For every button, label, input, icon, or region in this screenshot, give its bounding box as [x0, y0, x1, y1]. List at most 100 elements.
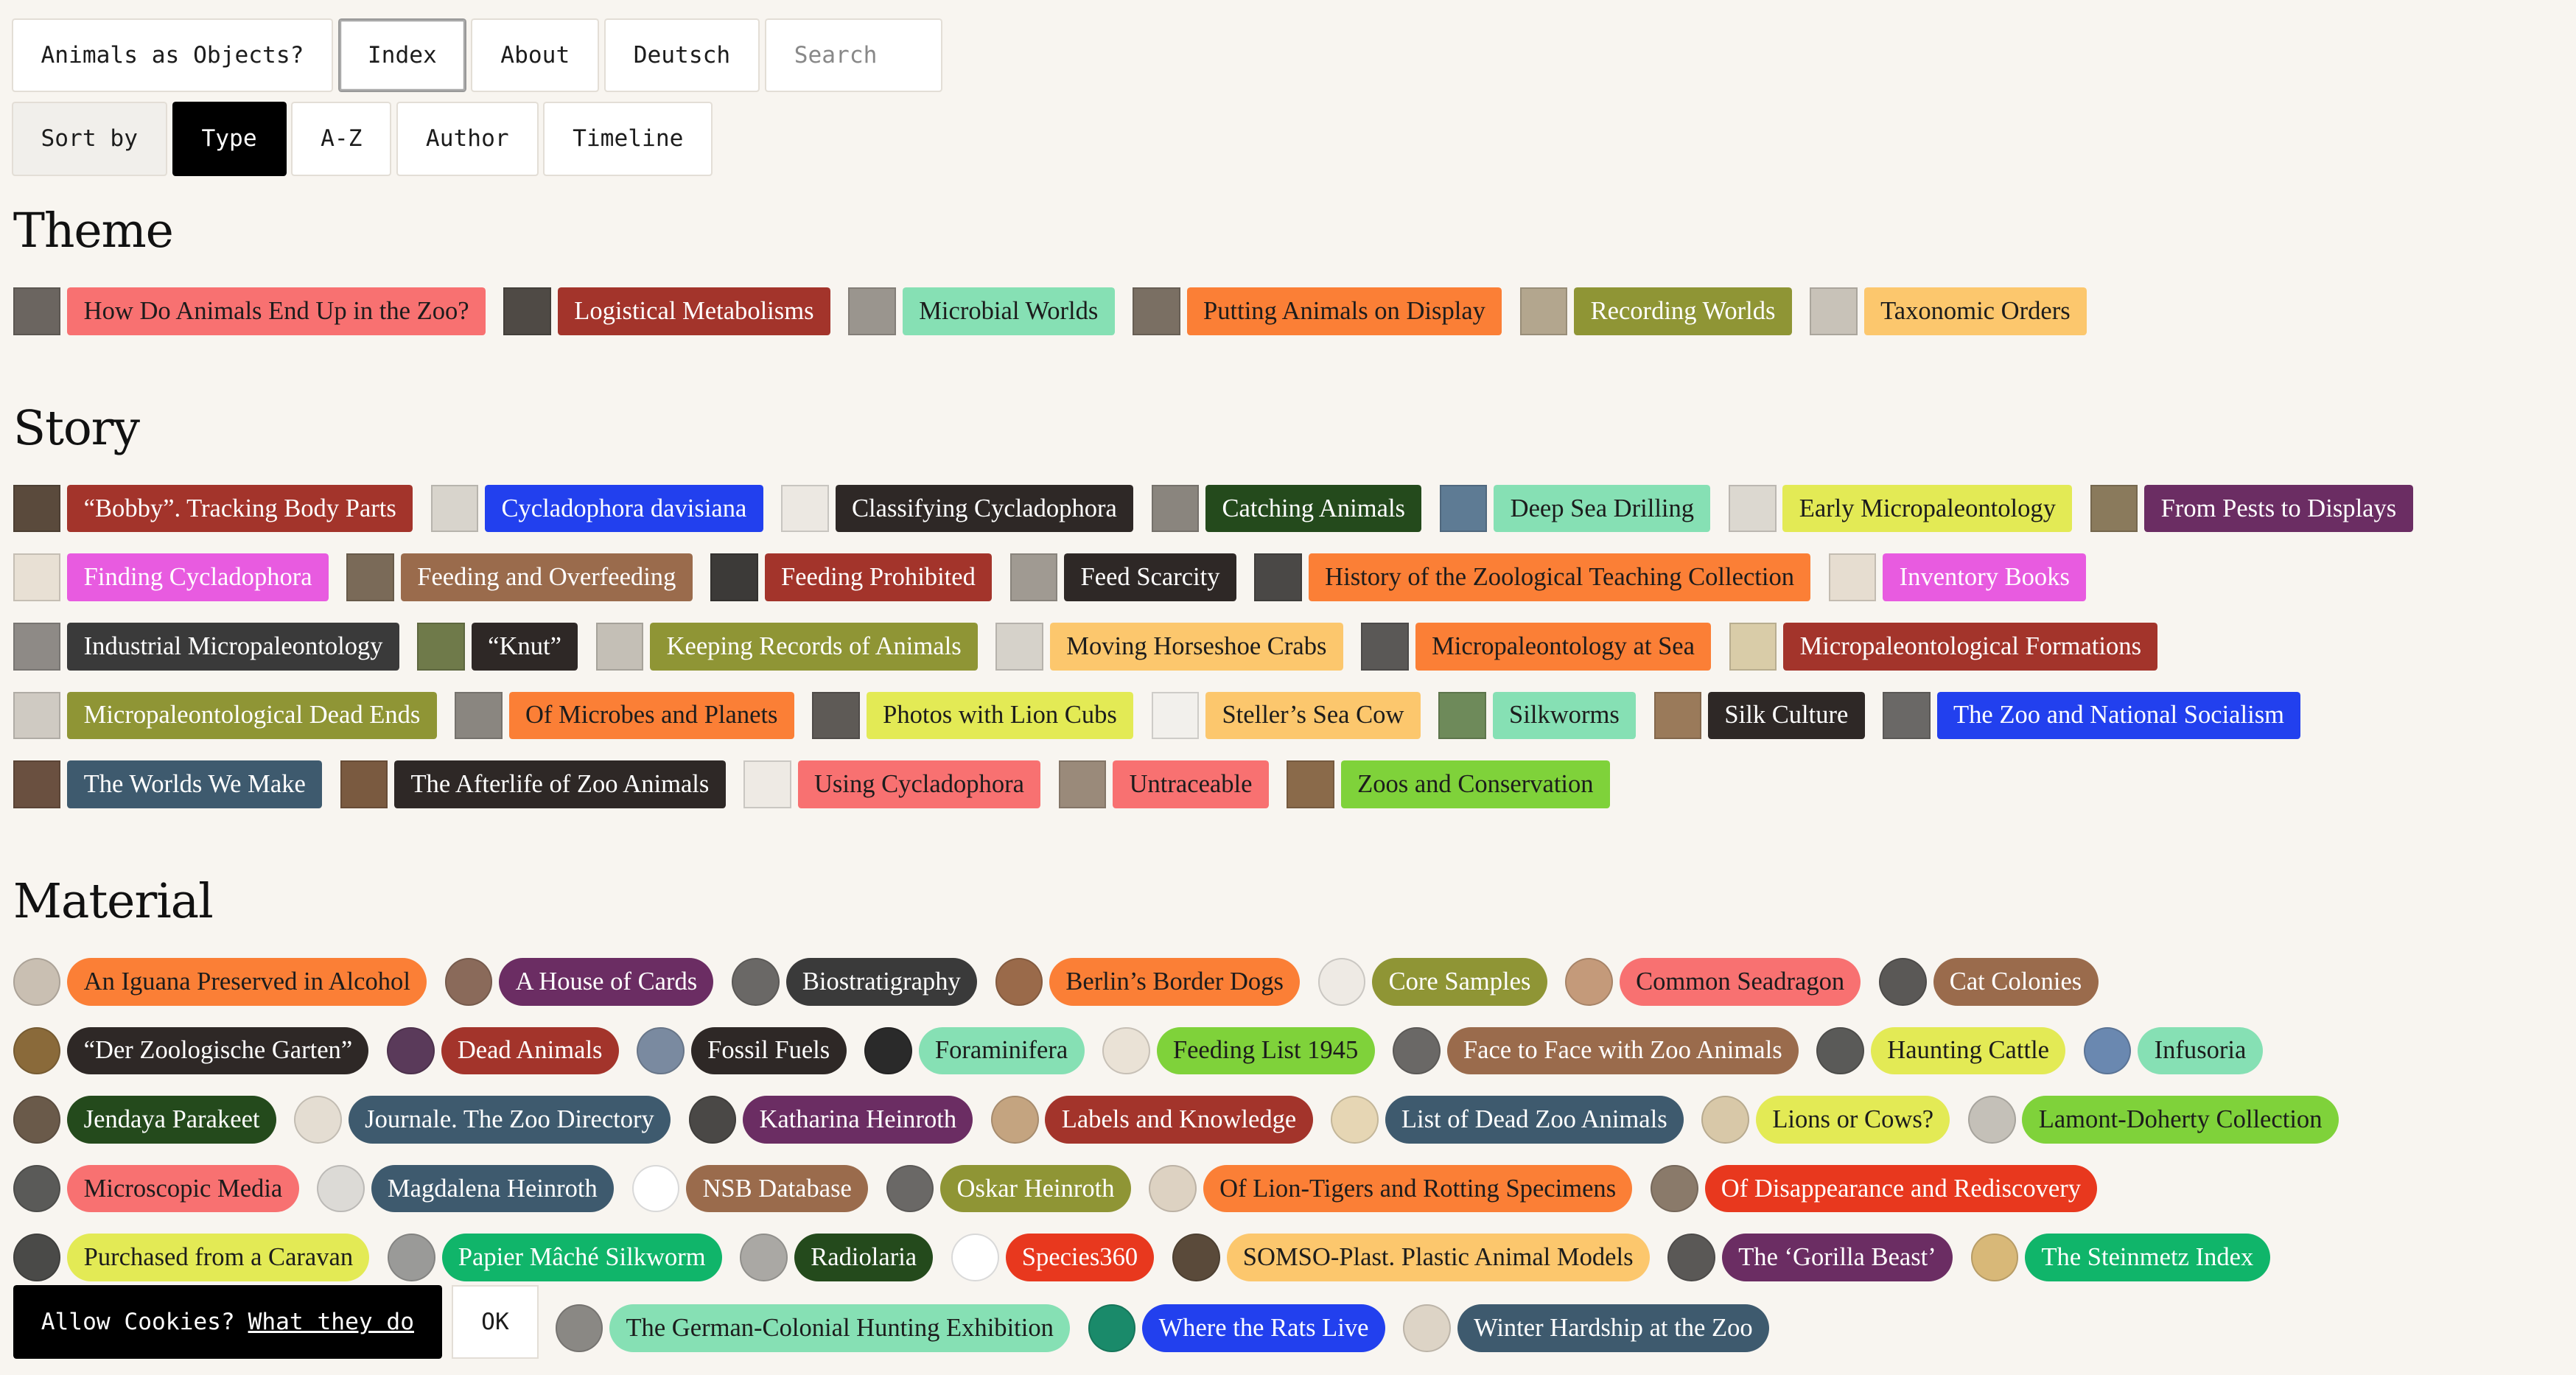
story-label[interactable]: Feeding Prohibited	[764, 553, 993, 602]
thumbnail-image[interactable]	[1828, 553, 1877, 602]
thumbnail-image[interactable]	[1133, 287, 1180, 335]
story-item[interactable]: History of the Zoological Teaching Colle…	[1254, 553, 1811, 602]
material-label[interactable]: Dead Animals	[441, 1026, 619, 1075]
material-item[interactable]: Species360	[951, 1234, 1155, 1282]
material-item[interactable]: A House of Cards	[444, 957, 714, 1006]
material-item[interactable]: Jendaya Parakeet	[13, 1096, 276, 1144]
story-label[interactable]: Silkworms	[1492, 691, 1637, 740]
thumbnail-image[interactable]	[503, 287, 552, 335]
story-item[interactable]: Micropaleontology at Sea	[1361, 623, 1712, 671]
thumbnail-image[interactable]	[444, 957, 493, 1006]
thumbnail-image[interactable]	[1102, 1026, 1150, 1075]
sort-type-button[interactable]: Type	[172, 102, 287, 176]
material-label[interactable]: Foraminifera	[918, 1026, 1085, 1075]
material-item[interactable]: The Steinmetz Index	[1970, 1234, 2270, 1282]
material-item[interactable]: Radiolaria	[740, 1234, 934, 1282]
theme-item[interactable]: How Do Animals End Up in the Zoo?	[13, 287, 486, 335]
material-label[interactable]: Feeding List 1945	[1156, 1026, 1375, 1075]
story-item[interactable]: The Worlds We Make	[13, 760, 323, 808]
story-label[interactable]: Using Cycladophora	[797, 760, 1041, 808]
story-label[interactable]: Industrial Micropaleontology	[67, 623, 399, 671]
material-item[interactable]: SOMSO-Plast. Plastic Animal Models	[1172, 1234, 1650, 1282]
material-label[interactable]: List of Dead Zoo Animals	[1385, 1096, 1684, 1144]
thumbnail-image[interactable]	[1151, 484, 1200, 533]
story-item[interactable]: Cycladophora davisiana	[430, 484, 763, 533]
material-label[interactable]: Face to Face with Zoo Animals	[1446, 1026, 1799, 1075]
thumbnail-image[interactable]	[1650, 1164, 1698, 1213]
story-label[interactable]: Micropaleontology at Sea	[1415, 623, 1712, 671]
material-item[interactable]: Magdalena Heinroth	[317, 1164, 615, 1213]
story-item[interactable]: The Afterlife of Zoo Animals	[340, 760, 726, 808]
story-label[interactable]: Keeping Records of Animals	[650, 623, 978, 671]
thumbnail-image[interactable]	[637, 1026, 685, 1075]
material-label[interactable]: The ‘Gorilla Beast’	[1721, 1234, 1953, 1282]
thumbnail-image[interactable]	[1883, 691, 1931, 740]
story-label[interactable]: The Afterlife of Zoo Animals	[394, 760, 726, 808]
story-label[interactable]: Classifying Cycladophora	[835, 484, 1134, 533]
material-item[interactable]: Oskar Heinroth	[886, 1164, 1131, 1213]
thumbnail-image[interactable]	[1172, 1234, 1220, 1282]
thumbnail-image[interactable]	[1816, 1026, 1865, 1075]
material-label[interactable]: Microscopic Media	[67, 1164, 299, 1213]
thumbnail-image[interactable]	[555, 1304, 603, 1352]
material-item[interactable]: Lions or Cows?	[1701, 1096, 1950, 1144]
thumbnail-image[interactable]	[951, 1234, 999, 1282]
thumbnail-image[interactable]	[1331, 1096, 1379, 1144]
thumbnail-image[interactable]	[294, 1096, 342, 1144]
material-label[interactable]: “Der Zoologische Garten”	[67, 1026, 369, 1075]
material-item[interactable]: “Der Zoologische Garten”	[13, 1026, 369, 1075]
material-label[interactable]: Infusoria	[2138, 1026, 2263, 1075]
thumbnail-image[interactable]	[731, 957, 780, 1006]
story-label[interactable]: History of the Zoological Teaching Colle…	[1308, 553, 1811, 602]
story-item[interactable]: Zoos and Conservation	[1287, 760, 1610, 808]
material-label[interactable]: SOMSO-Plast. Plastic Animal Models	[1226, 1234, 1650, 1282]
story-label[interactable]: The Zoo and National Socialism	[1936, 691, 2301, 740]
thumbnail-image[interactable]	[2083, 1026, 2132, 1075]
material-item[interactable]: Haunting Cattle	[1816, 1026, 2066, 1075]
story-item[interactable]: Early Micropaleontology	[1728, 484, 2073, 533]
story-item[interactable]: Moving Horseshoe Crabs	[995, 623, 1343, 671]
thumbnail-image[interactable]	[13, 553, 61, 602]
story-item[interactable]: Deep Sea Drilling	[1439, 484, 1711, 533]
thumbnail-image[interactable]	[1058, 760, 1107, 808]
thumbnail-image[interactable]	[1519, 287, 1568, 335]
story-label[interactable]: Feed Scarcity	[1064, 553, 1236, 602]
thumbnail-image[interactable]	[417, 623, 465, 671]
theme-item[interactable]: Logistical Metabolisms	[503, 287, 830, 335]
material-label[interactable]: Labels and Knowledge	[1045, 1096, 1313, 1144]
story-label[interactable]: Untraceable	[1113, 760, 1269, 808]
material-item[interactable]: Fossil Fuels	[637, 1026, 847, 1075]
story-item[interactable]: Untraceable	[1058, 760, 1269, 808]
theme-label[interactable]: Putting Animals on Display	[1186, 287, 1502, 335]
story-item[interactable]: Feeding Prohibited	[710, 553, 993, 602]
material-item[interactable]: Dead Animals	[386, 1026, 619, 1075]
story-item[interactable]: Classifying Cycladophora	[781, 484, 1134, 533]
material-item[interactable]: Feeding List 1945	[1102, 1026, 1375, 1075]
thumbnail-image[interactable]	[1701, 1096, 1750, 1144]
material-item[interactable]: Berlin’s Border Dogs	[995, 957, 1301, 1006]
thumbnail-image[interactable]	[13, 623, 61, 671]
material-label[interactable]: Magdalena Heinroth	[371, 1164, 615, 1213]
thumbnail-image[interactable]	[995, 957, 1043, 1006]
thumbnail-image[interactable]	[1088, 1304, 1136, 1352]
home-button[interactable]: Animals as Objects?	[11, 18, 334, 92]
material-label[interactable]: Fossil Fuels	[690, 1026, 847, 1075]
story-label[interactable]: Catching Animals	[1205, 484, 1422, 533]
story-item[interactable]: “Knut”	[417, 623, 578, 671]
thumbnail-image[interactable]	[13, 1234, 61, 1282]
thumbnail-image[interactable]	[781, 484, 829, 533]
material-label[interactable]: The Steinmetz Index	[2025, 1234, 2270, 1282]
material-item[interactable]: Foraminifera	[864, 1026, 1085, 1075]
thumbnail-image[interactable]	[13, 760, 61, 808]
material-label[interactable]: Journale. The Zoo Directory	[348, 1096, 671, 1144]
story-item[interactable]: Catching Animals	[1151, 484, 1422, 533]
story-item[interactable]: Photos with Lion Cubs	[812, 691, 1134, 740]
thumbnail-image[interactable]	[13, 287, 61, 335]
material-item[interactable]: Where the Rats Live	[1088, 1304, 1385, 1352]
thumbnail-image[interactable]	[13, 1026, 61, 1075]
material-label[interactable]: Berlin’s Border Dogs	[1049, 957, 1301, 1006]
theme-label[interactable]: Logistical Metabolisms	[557, 287, 830, 335]
story-label[interactable]: Deep Sea Drilling	[1494, 484, 1711, 533]
material-item[interactable]: Microscopic Media	[13, 1164, 299, 1213]
story-item[interactable]: Silkworms	[1438, 691, 1637, 740]
